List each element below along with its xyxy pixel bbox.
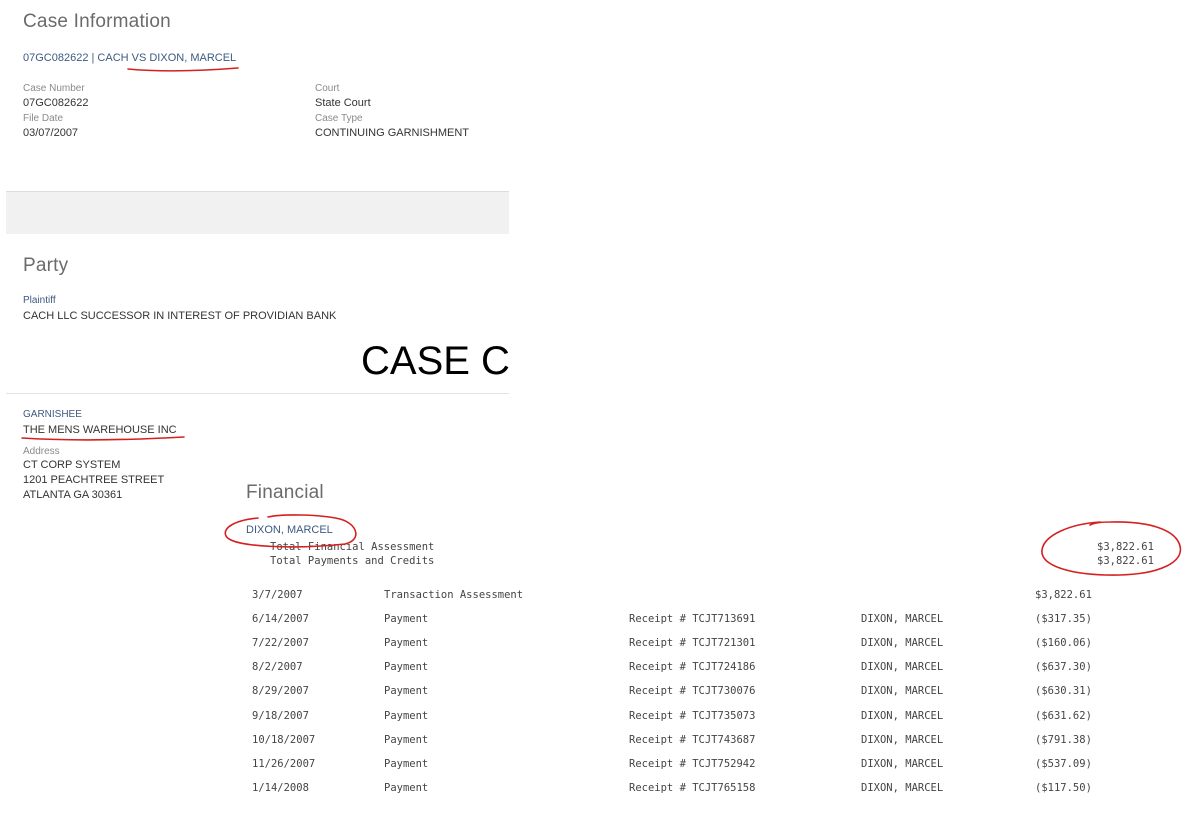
transaction-date: 3/7/2007: [252, 589, 303, 601]
financial-party-link[interactable]: DIXON, MARCEL: [246, 524, 333, 536]
section-separator-band: [6, 191, 509, 234]
transaction-row: 1/14/2008 Payment Receipt # TCJT765158 D…: [252, 782, 1152, 796]
transaction-type: Payment: [384, 781, 429, 794]
plaintiff-name: CACH LLC SUCCESSOR IN INTEREST OF PROVID…: [23, 310, 337, 322]
transaction-row: 7/22/2007 Payment Receipt # TCJT721301 D…: [252, 637, 1152, 651]
transaction-amount: ($637.30): [1035, 661, 1092, 674]
transaction-amount: ($791.38): [1035, 733, 1092, 746]
total-assessment-value: $3,822.61: [1097, 541, 1154, 553]
total-assessment-label: Total Financial Assessment: [270, 541, 435, 553]
underline-case-title: [127, 67, 239, 72]
party-heading: Party: [23, 255, 69, 276]
transaction-amount: ($631.62): [1035, 709, 1092, 722]
file-date-label: File Date: [23, 113, 64, 124]
transaction-payor: DIXON, MARCEL: [861, 733, 944, 746]
transaction-date: 8/2/2007: [252, 661, 303, 674]
transaction-date: 7/22/2007: [252, 637, 309, 650]
transaction-row: 8/2/2007 Payment Receipt # TCJT724186 DI…: [252, 661, 1152, 675]
transaction-receipt: Receipt # TCJT765158: [629, 781, 756, 794]
transaction-payor: DIXON, MARCEL: [861, 637, 944, 650]
transaction-type: Payment: [384, 637, 429, 650]
transaction-date: 6/14/2007: [252, 613, 309, 626]
case-type-label: Case Type: [315, 113, 363, 124]
address-line-3: ATLANTA GA 30361: [23, 489, 123, 501]
transaction-receipt: Receipt # TCJT713691: [629, 613, 756, 626]
transaction-payor: DIXON, MARCEL: [861, 709, 944, 722]
address-line-1: CT CORP SYSTEM: [23, 459, 121, 471]
transaction-receipt: Receipt # TCJT743687: [629, 733, 756, 746]
transaction-amount: ($317.35): [1035, 613, 1092, 626]
transaction-payor: DIXON, MARCEL: [861, 781, 944, 794]
transaction-row: 9/18/2007 Payment Receipt # TCJT735073 D…: [252, 710, 1152, 724]
transaction-payor: DIXON, MARCEL: [861, 613, 944, 626]
transaction-receipt: Receipt # TCJT730076: [629, 685, 756, 698]
transaction-receipt: Receipt # TCJT724186: [629, 661, 756, 674]
transaction-amount: $3,822.61: [1035, 589, 1092, 601]
transaction-row: 10/18/2007 Payment Receipt # TCJT743687 …: [252, 734, 1152, 748]
file-date-value: 03/07/2007: [23, 127, 79, 139]
transaction-date: 9/18/2007: [252, 709, 309, 722]
transaction-type: Payment: [384, 733, 429, 746]
transaction-receipt: Receipt # TCJT721301: [629, 637, 756, 650]
transaction-payor: DIXON, MARCEL: [861, 685, 944, 698]
transaction-row: 6/14/2007 Payment Receipt # TCJT713691 D…: [252, 613, 1152, 627]
transaction-type: Payment: [384, 661, 429, 674]
plaintiff-label: Plaintiff: [23, 295, 56, 306]
case-overlay-text: CASE C: [361, 339, 509, 383]
garnishee-name: THE MENS WAREHOUSE INC: [23, 424, 177, 436]
transaction-row: 3/7/2007 Transaction Assessment $3,822.6…: [252, 589, 1152, 603]
total-payments-value: $3,822.61: [1097, 555, 1154, 567]
transaction-type: Payment: [384, 685, 429, 698]
case-number-label: Case Number: [23, 83, 85, 94]
transaction-amount: ($160.06): [1035, 637, 1092, 650]
transaction-row: 11/26/2007 Payment Receipt # TCJT752942 …: [252, 758, 1152, 772]
transaction-type: Payment: [384, 757, 429, 770]
transaction-date: 8/29/2007: [252, 685, 309, 698]
garnishee-label: GARNISHEE: [23, 409, 82, 420]
case-information-heading: Case Information: [23, 11, 171, 32]
transaction-amount: ($117.50): [1035, 781, 1092, 794]
transaction-row: 8/29/2007 Payment Receipt # TCJT730076 D…: [252, 685, 1152, 699]
transaction-type: Payment: [384, 613, 429, 626]
transaction-amount: ($630.31): [1035, 685, 1092, 698]
transaction-receipt: Receipt # TCJT752942: [629, 757, 756, 770]
transaction-payor: DIXON, MARCEL: [861, 661, 944, 674]
case-number-value: 07GC082622: [23, 97, 89, 109]
address-line-2: 1201 PEACHTREE STREET: [23, 474, 165, 486]
court-value: State Court: [315, 97, 371, 109]
total-payments-label: Total Payments and Credits: [270, 555, 435, 567]
transaction-date: 11/26/2007: [252, 757, 316, 770]
transaction-date: 1/14/2008: [252, 781, 309, 794]
address-label: Address: [23, 446, 60, 457]
party-divider: [6, 393, 509, 394]
case-title-link[interactable]: 07GC082622 | CACH VS DIXON, MARCEL: [23, 52, 236, 64]
case-type-value: CONTINUING GARNISHMENT: [315, 127, 469, 139]
transaction-type: Payment: [384, 709, 429, 722]
underline-garnishee: [21, 436, 185, 441]
transaction-date: 10/18/2007: [252, 733, 316, 746]
transaction-payor: DIXON, MARCEL: [861, 757, 944, 770]
transaction-receipt: Receipt # TCJT735073: [629, 709, 756, 722]
financial-heading: Financial: [246, 482, 324, 503]
transaction-amount: ($537.09): [1035, 757, 1092, 770]
court-label: Court: [315, 83, 340, 94]
transaction-type: Transaction Assessment: [384, 589, 524, 601]
